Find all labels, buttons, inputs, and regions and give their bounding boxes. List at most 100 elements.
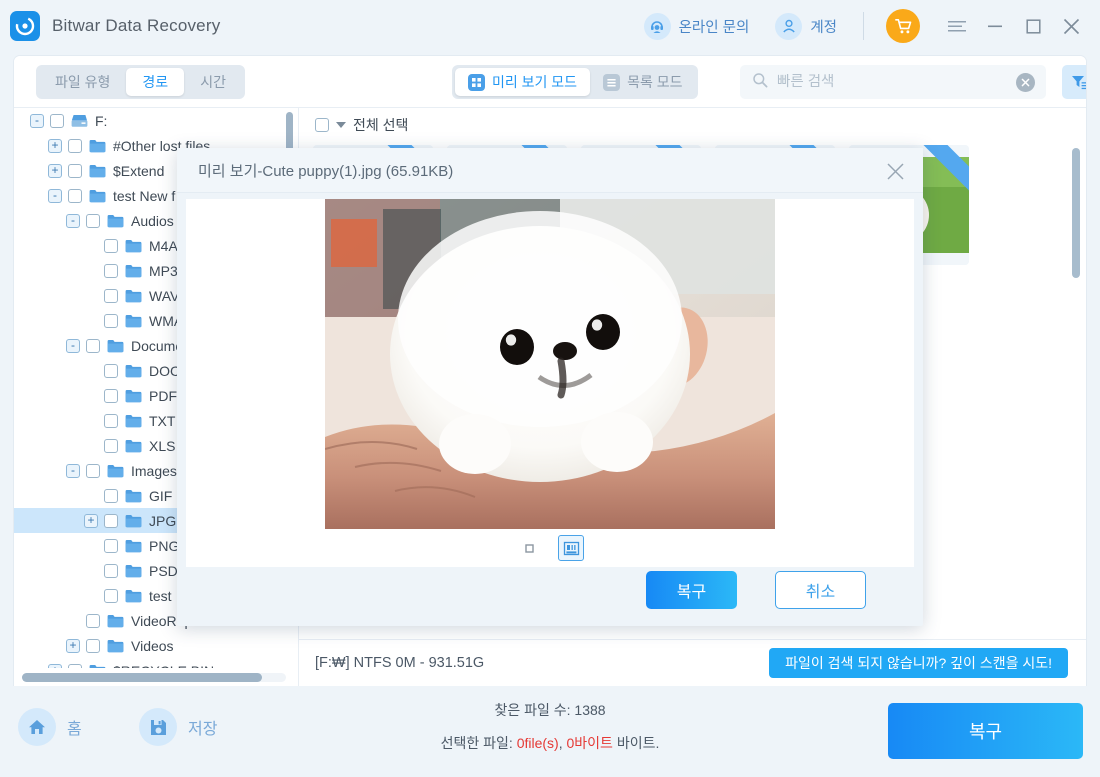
minimize-icon[interactable] [980,11,1010,41]
tree-node-checkbox[interactable] [104,538,118,553]
select-all-checkbox[interactable] [315,117,329,132]
tree-collapse-icon[interactable]: - [66,463,80,478]
tree-node-checkbox[interactable] [68,663,82,668]
preview-modal-footer: 복구 취소 [177,556,923,626]
folder-icon [125,289,142,303]
tree-node-label: GIF [149,487,173,504]
folder-icon [125,264,142,278]
folder-icon [125,414,142,428]
tree-node-checkbox[interactable] [86,638,100,653]
tree-expand-icon[interactable]: + [66,638,80,653]
folder-icon [125,389,142,403]
recover-button[interactable]: 복구 [888,703,1083,759]
search-icon [752,72,768,93]
selected-files-count: 0file(s) [516,735,559,751]
tree-node-checkbox[interactable] [104,488,118,503]
tree-node-label: MP3 [149,262,178,279]
selected-bytes-count: 0바이트 [566,735,613,751]
filter-funnel-icon[interactable] [1062,65,1086,99]
tree-collapse-icon[interactable]: - [66,338,80,353]
tree-node-label: F: [95,112,108,129]
grid-vertical-scrollbar[interactable] [1072,148,1080,648]
folder-icon [125,439,142,453]
search-box [740,65,1046,99]
tab-file-type[interactable]: 파일 유형 [39,68,126,96]
tree-node-checkbox[interactable] [68,138,82,153]
folder-icon [125,564,142,578]
app-title: Bitwar Data Recovery [52,16,221,35]
tab-time[interactable]: 시간 [184,68,242,96]
tree-node-checkbox[interactable] [104,288,118,303]
mode-list[interactable]: 목록 모드 [590,68,695,96]
folder-icon [125,364,142,378]
tree-expand-icon[interactable]: + [84,513,98,528]
selected-files-label: 선택한 파일: [440,735,517,751]
account-label: 계정 [810,19,837,36]
online-support-button[interactable]: 온라인 문의 [643,12,750,40]
bitwar-logo-icon [10,11,40,41]
tree-node-label: PNG [149,537,180,554]
modal-cancel-button[interactable]: 취소 [775,571,866,609]
tree-node-checkbox[interactable] [68,188,82,203]
folder-icon [89,164,106,178]
folder-icon [107,464,124,478]
tree-node-checkbox[interactable] [104,363,118,378]
image-viewer [186,199,914,529]
chevron-down-icon[interactable] [336,121,346,128]
online-support-label: 온라인 문의 [678,19,750,36]
headset-icon [643,12,671,40]
tree-expand-icon[interactable]: + [48,163,62,178]
search-input[interactable] [777,74,977,90]
tree-node-checkbox[interactable] [104,263,118,278]
tree-expand-icon[interactable]: + [48,663,62,668]
shopping-cart-icon[interactable] [886,9,920,43]
tab-path[interactable]: 경로 [126,68,185,96]
tree-node-checkbox[interactable] [86,463,100,478]
tree-node-label: XLS [149,437,176,454]
tree-node-checkbox[interactable] [104,238,118,253]
mode-preview[interactable]: 미리 보기 모드 [455,68,591,96]
preview-modal-title: 미리 보기-Cute puppy(1).jpg (65.91KB) [198,162,454,180]
tree-node-label: Videos [131,637,174,654]
tree-node[interactable]: - F: [14,108,298,133]
tree-node-checkbox[interactable] [104,588,118,603]
tree-node-checkbox[interactable] [104,438,118,453]
title-bar: Bitwar Data Recovery 온라인 문의 계정 [0,0,1100,52]
account-button[interactable]: 계정 [775,12,837,40]
tree-node-checkbox[interactable] [68,163,82,178]
tree-node-label: test [149,587,172,604]
mode-preview-label: 미리 보기 모드 [492,74,578,90]
tree-node-checkbox[interactable] [86,213,100,228]
close-icon[interactable] [1056,11,1086,41]
tree-node-checkbox[interactable] [104,413,118,428]
folder-icon [89,189,106,203]
tree-node-checkbox[interactable] [50,113,64,128]
tree-node-checkbox[interactable] [104,313,118,328]
content-toolbar: 파일 유형 경로 시간 미리 보기 모드 목록 모드 빠른 검색 [14,56,1086,108]
tree-expand-icon[interactable]: + [48,138,62,153]
titlebar-divider [863,12,864,40]
tree-node-checkbox[interactable] [86,338,100,353]
modal-recover-button[interactable]: 복구 [646,571,737,609]
select-all-row: 전체 선택 [299,108,1086,141]
maximize-icon[interactable] [1018,11,1048,41]
grid-view-icon [468,73,485,91]
grid-vertical-scroll-thumb[interactable] [1072,148,1080,278]
tree-node-checkbox[interactable] [104,513,118,528]
tree-node-label: PDF [149,387,177,404]
preview-modal-header: 미리 보기-Cute puppy(1).jpg (65.91KB) [177,148,923,193]
tree-node-label: DOC [149,362,181,379]
close-icon[interactable] [881,157,909,185]
tree-collapse-icon[interactable]: - [30,113,44,128]
folder-icon [125,239,142,253]
tree-node-checkbox[interactable] [104,388,118,403]
tree-collapse-icon[interactable]: - [48,188,62,203]
tree-node-label: Images [131,462,177,479]
tree-node-checkbox[interactable] [104,563,118,578]
folder-icon [125,314,142,328]
tree-collapse-icon[interactable]: - [66,213,80,228]
tree-node-label: M4A [149,237,178,254]
tree-node-checkbox[interactable] [86,613,100,628]
hamburger-menu-icon[interactable] [942,11,972,41]
clear-circle-icon[interactable] [1016,73,1035,92]
